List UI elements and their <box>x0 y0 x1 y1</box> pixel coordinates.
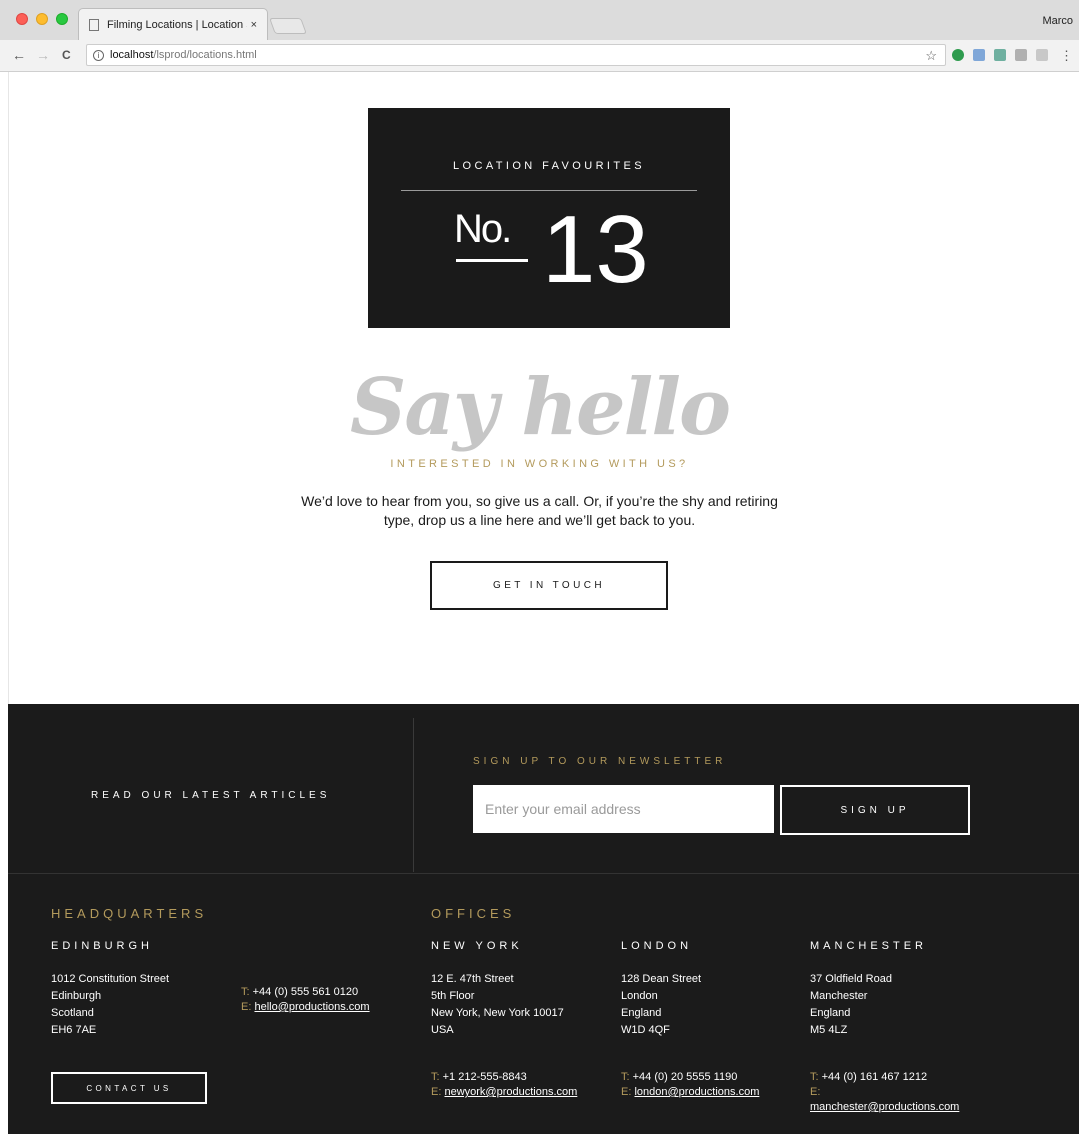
intro-line: We’d love to hear from you, so give us a… <box>301 493 778 509</box>
contact-new-york: T: +1 212-555-8843 E: newyork@production… <box>431 1070 577 1100</box>
page-icon <box>89 18 99 31</box>
phone-label: T: <box>431 1071 440 1083</box>
close-window-icon[interactable] <box>16 13 28 25</box>
email-label: E: <box>431 1086 442 1098</box>
address-line: EH6 7AE <box>51 1024 97 1036</box>
newsletter-title: SIGN UP TO OUR NEWSLETTER <box>473 756 727 767</box>
phone-number: +44 (0) 20 5555 1190 <box>632 1071 738 1083</box>
contact-london: T: +44 (0) 20 5555 1190 E: london@produc… <box>621 1070 759 1100</box>
intro-line: type, drop us a line here and we’ll get … <box>383 512 696 528</box>
forward-icon[interactable]: → <box>36 47 50 63</box>
minimize-window-icon[interactable] <box>36 13 48 25</box>
extension-icon[interactable] <box>994 49 1006 61</box>
badge-divider <box>401 190 697 191</box>
footer-row-divider <box>8 873 1079 874</box>
email-label: E: <box>621 1086 632 1098</box>
city-edinburgh: EDINBURGH <box>51 940 154 952</box>
email-link[interactable]: manchester@productions.com <box>810 1101 959 1113</box>
offices-heading: OFFICES <box>431 906 516 921</box>
phone-number: +44 (0) 555 561 0120 <box>252 986 359 998</box>
url-host: localhost <box>110 49 154 61</box>
site-info-icon[interactable]: i <box>93 49 104 61</box>
address-new-york: 12 E. 47th Street 5th Floor New York, Ne… <box>431 971 564 1039</box>
reload-icon[interactable]: C <box>62 47 71 63</box>
email-link[interactable]: hello@productions.com <box>254 1001 369 1013</box>
contact-manchester: T: +44 (0) 161 467 1212 E: manchester@pr… <box>810 1070 959 1115</box>
sign-up-button[interactable]: SIGN UP <box>780 785 970 835</box>
city-london: LONDON <box>621 940 693 952</box>
address-bar[interactable]: i localhost/lsprod/locations.html ☆ <box>86 44 946 66</box>
email-link[interactable]: newyork@productions.com <box>444 1086 577 1098</box>
interested-subheading: INTERESTED IN WORKING WITH US? <box>390 458 689 470</box>
address-edinburgh: 1012 Constitution Street Edinburgh Scotl… <box>51 971 169 1039</box>
contact-us-button[interactable]: CONTACT US <box>51 1072 207 1104</box>
address-line: London <box>621 990 658 1002</box>
address-london: 128 Dean Street London England W1D 4QF <box>621 971 701 1039</box>
intro-text: We’d love to hear from you, so give us a… <box>0 492 1079 530</box>
tab-title: Filming Locations | Location Sc <box>107 18 247 31</box>
contact-edinburgh: T: +44 (0) 555 561 0120 E: hello@product… <box>241 985 370 1015</box>
footer: READ OUR LATEST ARTICLES SIGN UP TO OUR … <box>8 704 1079 1134</box>
badge-label: LOCATION FAVOURITES <box>453 160 645 172</box>
location-badge: LOCATION FAVOURITES No. 13 <box>368 108 730 328</box>
browser-tab-bar: Filming Locations | Location Sc × Marco <box>0 0 1079 40</box>
badge-no-text: No. <box>454 207 512 251</box>
email-label: E: <box>241 1001 252 1013</box>
extension-icon[interactable] <box>1015 49 1027 61</box>
badge-no-underline <box>456 259 528 262</box>
extension-icon[interactable] <box>1036 49 1048 61</box>
browser-menu-icon[interactable]: ⋮ <box>1060 48 1073 64</box>
back-icon[interactable]: ← <box>12 47 26 63</box>
profile-name[interactable]: Marco <box>1042 15 1073 27</box>
footer-column-divider <box>413 718 414 872</box>
address-line: 12 E. 47th Street <box>431 973 514 985</box>
headquarters-heading: HEADQUARTERS <box>51 906 208 921</box>
maximize-window-icon[interactable] <box>56 13 68 25</box>
say-hello-heading: Say hello <box>350 362 731 453</box>
extension-icon[interactable] <box>973 49 985 61</box>
city-manchester: MANCHESTER <box>810 940 928 952</box>
bookmark-star-icon[interactable]: ☆ <box>925 48 937 64</box>
address-line: New York, New York 10017 <box>431 1007 564 1019</box>
phone-number: +1 212-555-8843 <box>442 1071 527 1083</box>
page: LOCATION FAVOURITES No. 13 Say hello INT… <box>0 72 1079 1134</box>
address-line: 1012 Constitution Street <box>51 973 170 985</box>
address-line: M5 4LZ <box>810 1024 848 1036</box>
new-tab-button[interactable] <box>269 18 307 34</box>
url-path: /lsprod/locations.html <box>153 49 257 61</box>
email-link[interactable]: london@productions.com <box>634 1086 759 1098</box>
browser-toolbar: ← → C i localhost/lsprod/locations.html … <box>0 40 1079 72</box>
city-new-york: NEW YORK <box>431 940 523 952</box>
read-articles-link[interactable]: READ OUR LATEST ARTICLES <box>91 790 330 801</box>
address-line: 5th Floor <box>431 990 475 1002</box>
address-manchester: 37 Oldfield Road Manchester England M5 4… <box>810 971 892 1039</box>
address-line: USA <box>431 1024 454 1036</box>
address-line: 37 Oldfield Road <box>810 973 892 985</box>
address-line: W1D 4QF <box>621 1024 670 1036</box>
address-line: England <box>810 1007 851 1019</box>
phone-number: +44 (0) 161 467 1212 <box>821 1071 928 1083</box>
address-line: 128 Dean Street <box>621 973 702 985</box>
extension-icon[interactable] <box>952 49 964 61</box>
browser-tab[interactable]: Filming Locations | Location Sc × <box>78 8 268 40</box>
phone-label: T: <box>621 1071 630 1083</box>
phone-label: T: <box>810 1071 819 1083</box>
get-in-touch-button[interactable]: GET IN TOUCH <box>430 561 668 610</box>
tab-close-icon[interactable]: × <box>251 19 257 31</box>
email-label: E: <box>810 1086 821 1098</box>
address-line: Edinburgh <box>51 990 102 1002</box>
newsletter-email-input[interactable] <box>473 785 774 833</box>
address-line: Scotland <box>51 1007 94 1019</box>
phone-label: T: <box>241 986 250 998</box>
badge-number: 13 <box>542 196 649 303</box>
address-line: England <box>621 1007 662 1019</box>
address-line: Manchester <box>810 990 868 1002</box>
